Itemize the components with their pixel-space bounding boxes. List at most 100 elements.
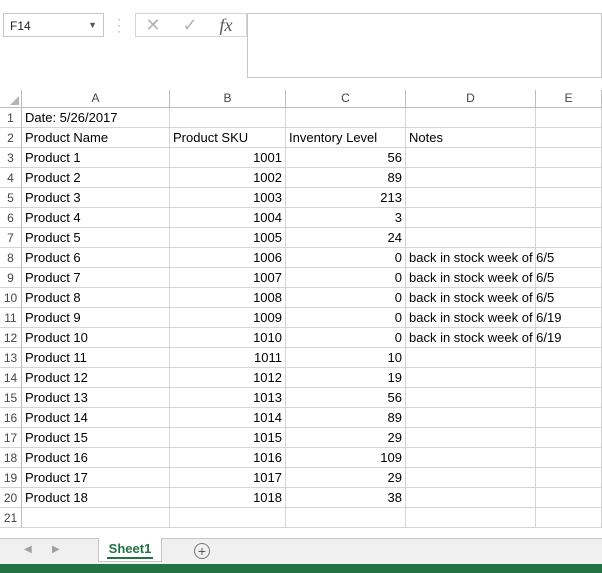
- cell-e2[interactable]: [536, 128, 602, 148]
- cell-a7[interactable]: Product 5: [22, 228, 170, 248]
- row-header[interactable]: 8: [0, 248, 22, 268]
- sheet-tab-sheet1[interactable]: Sheet1: [98, 538, 162, 562]
- cell-c18[interactable]: 109: [286, 448, 406, 468]
- cell-e21[interactable]: [536, 508, 602, 528]
- column-header-d[interactable]: D: [406, 90, 536, 108]
- cell-c1[interactable]: [286, 108, 406, 128]
- formula-input[interactable]: [247, 13, 602, 78]
- cell-a12[interactable]: Product 10: [22, 328, 170, 348]
- cell-e6[interactable]: [536, 208, 602, 228]
- cell-e13[interactable]: [536, 348, 602, 368]
- cell-d4[interactable]: [406, 168, 536, 188]
- cell-e20[interactable]: [536, 488, 602, 508]
- cell-a20[interactable]: Product 18: [22, 488, 170, 508]
- cell-c17[interactable]: 29: [286, 428, 406, 448]
- cell-d20[interactable]: [406, 488, 536, 508]
- cell-a1[interactable]: Date: 5/26/2017: [22, 108, 170, 128]
- cell-d10[interactable]: back in stock week of 6/5: [406, 288, 554, 308]
- cell-b21[interactable]: [170, 508, 286, 528]
- cell-d15[interactable]: [406, 388, 536, 408]
- cell-d21[interactable]: [406, 508, 536, 528]
- cell-a6[interactable]: Product 4: [22, 208, 170, 228]
- cell-e4[interactable]: [536, 168, 602, 188]
- cell-e11[interactable]: [536, 308, 602, 328]
- cell-d3[interactable]: [406, 148, 536, 168]
- cell-c16[interactable]: 89: [286, 408, 406, 428]
- column-header-e[interactable]: E: [536, 90, 602, 108]
- column-header-a[interactable]: A: [22, 90, 170, 108]
- cell-c12[interactable]: 0: [286, 328, 406, 348]
- cell-e5[interactable]: [536, 188, 602, 208]
- chevron-down-icon[interactable]: ▼: [88, 20, 97, 30]
- row-header[interactable]: 11: [0, 308, 22, 328]
- cell-c10[interactable]: 0: [286, 288, 406, 308]
- cell-a15[interactable]: Product 13: [22, 388, 170, 408]
- scroll-left-icon[interactable]: ◀: [24, 544, 32, 555]
- cell-c14[interactable]: 19: [286, 368, 406, 388]
- cell-b20[interactable]: 1018: [170, 488, 286, 508]
- cell-b16[interactable]: 1014: [170, 408, 286, 428]
- cell-b8[interactable]: 1006: [170, 248, 286, 268]
- row-header[interactable]: 1: [0, 108, 22, 128]
- cell-c2[interactable]: Inventory Level: [286, 128, 406, 148]
- cell-b12[interactable]: 1010: [170, 328, 286, 348]
- cell-d13[interactable]: [406, 348, 536, 368]
- row-header[interactable]: 17: [0, 428, 22, 448]
- row-header[interactable]: 14: [0, 368, 22, 388]
- cell-b3[interactable]: 1001: [170, 148, 286, 168]
- cell-b14[interactable]: 1012: [170, 368, 286, 388]
- row-header[interactable]: 2: [0, 128, 22, 148]
- row-header[interactable]: 7: [0, 228, 22, 248]
- cell-c5[interactable]: 213: [286, 188, 406, 208]
- cell-b5[interactable]: 1003: [170, 188, 286, 208]
- row-header[interactable]: 18: [0, 448, 22, 468]
- cell-b4[interactable]: 1002: [170, 168, 286, 188]
- cell-d7[interactable]: [406, 228, 536, 248]
- cell-a4[interactable]: Product 2: [22, 168, 170, 188]
- cell-a14[interactable]: Product 12: [22, 368, 170, 388]
- cell-b19[interactable]: 1017: [170, 468, 286, 488]
- cell-b2[interactable]: Product SKU: [170, 128, 286, 148]
- select-all-button[interactable]: [0, 90, 22, 108]
- cell-c7[interactable]: 24: [286, 228, 406, 248]
- cell-a5[interactable]: Product 3: [22, 188, 170, 208]
- row-header[interactable]: 15: [0, 388, 22, 408]
- cell-c9[interactable]: 0: [286, 268, 406, 288]
- row-header[interactable]: 9: [0, 268, 22, 288]
- close-icon[interactable]: ✕: [141, 13, 165, 37]
- cell-d11[interactable]: back in stock week of 6/19: [406, 308, 561, 328]
- cell-b1[interactable]: [170, 108, 286, 128]
- cell-d14[interactable]: [406, 368, 536, 388]
- cell-b9[interactable]: 1007: [170, 268, 286, 288]
- cell-e12[interactable]: [536, 328, 602, 348]
- name-box[interactable]: F14 ▼: [3, 13, 104, 37]
- cell-c4[interactable]: 89: [286, 168, 406, 188]
- more-options-icon[interactable]: · · ·: [117, 13, 121, 37]
- column-header-c[interactable]: C: [286, 90, 406, 108]
- row-header[interactable]: 5: [0, 188, 22, 208]
- cell-a8[interactable]: Product 6: [22, 248, 170, 268]
- cell-c21[interactable]: [286, 508, 406, 528]
- row-header[interactable]: 12: [0, 328, 22, 348]
- cell-d9[interactable]: back in stock week of 6/5: [406, 268, 554, 288]
- cell-e8[interactable]: [536, 248, 602, 268]
- row-header[interactable]: 4: [0, 168, 22, 188]
- cell-c20[interactable]: 38: [286, 488, 406, 508]
- cell-a10[interactable]: Product 8: [22, 288, 170, 308]
- row-header[interactable]: 13: [0, 348, 22, 368]
- cell-e19[interactable]: [536, 468, 602, 488]
- scroll-right-icon[interactable]: ▶: [52, 544, 60, 555]
- row-header[interactable]: 21: [0, 508, 22, 528]
- cell-c11[interactable]: 0: [286, 308, 406, 328]
- check-icon[interactable]: ✓: [178, 13, 202, 37]
- cell-b7[interactable]: 1005: [170, 228, 286, 248]
- cell-c13[interactable]: 10: [286, 348, 406, 368]
- add-sheet-icon[interactable]: +: [194, 543, 210, 559]
- cell-d1[interactable]: [406, 108, 536, 128]
- cell-b17[interactable]: 1015: [170, 428, 286, 448]
- cell-b11[interactable]: 1009: [170, 308, 286, 328]
- cell-d6[interactable]: [406, 208, 536, 228]
- cell-e15[interactable]: [536, 388, 602, 408]
- row-header[interactable]: 3: [0, 148, 22, 168]
- cell-a17[interactable]: Product 15: [22, 428, 170, 448]
